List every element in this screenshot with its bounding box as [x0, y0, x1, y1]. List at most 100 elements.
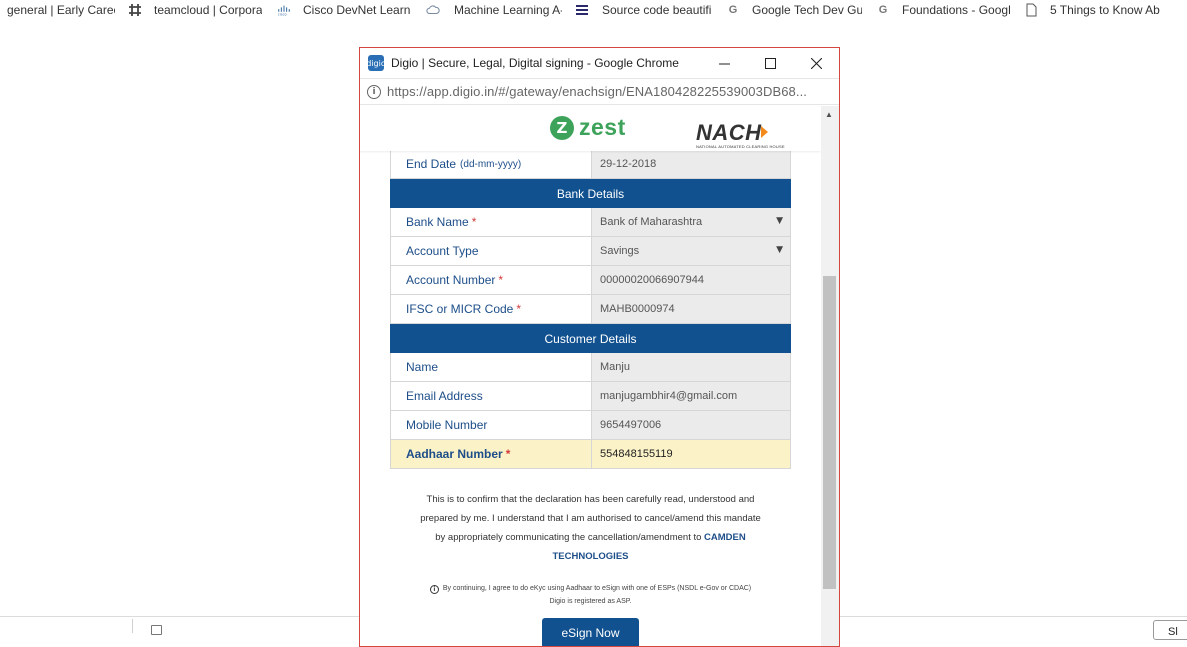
consent-line-text: By continuing, I agree to do eKyc using … [442, 585, 752, 592]
zest-mark-icon: Z [550, 115, 574, 140]
bookmark-teamcloud[interactable]: teamcloud | Corpora [128, 0, 277, 19]
bookmark-source-code[interactable]: Source code beautifi [575, 0, 726, 19]
bookmark-general[interactable]: general | Early Caree [0, 0, 128, 19]
name-label-text: Name [406, 360, 439, 374]
digio-app-icon: digio [366, 55, 386, 71]
declaration-line: by appropriately communicating the cance… [400, 528, 781, 547]
bookmark-label: Cisco DevNet Learnii [303, 2, 411, 17]
bank-name-label-text: Bank Name [406, 215, 469, 229]
consent-text: i By continuing, I agree to do eKyc using… [400, 582, 781, 608]
end-date-label: End Date (dd-mm-yyyy) [391, 150, 592, 178]
bookmark-label: Machine Learning A- [454, 2, 562, 17]
consent-line: Digio is registered as ASP. [549, 598, 632, 605]
ifsc-row: IFSC or MICR Code * MAHB0000974 [390, 295, 791, 324]
mobile-label: Mobile Number [391, 411, 592, 439]
cloud-icon [426, 3, 440, 17]
bookmark-machine-learning[interactable]: Machine Learning A- [426, 0, 575, 19]
zest-wordmark: zest [579, 114, 626, 140]
email-label: Email Address [391, 382, 592, 410]
minimize-button[interactable] [701, 48, 747, 78]
bank-name-row: Bank Name * Bank of Maharashtra ▼ [390, 208, 791, 237]
nach-wordmark: NACH [696, 120, 762, 145]
download-shelf-border [840, 616, 1187, 617]
declaration-line: This is to confirm that the declaration … [426, 494, 755, 505]
required-asterisk: * [498, 273, 504, 287]
name-label: Name [391, 353, 592, 381]
end-date-label-text: End Date [406, 157, 457, 171]
bank-name-select[interactable]: Bank of Maharashtra ▼ [592, 208, 790, 236]
scrollbar-thumb[interactable] [823, 276, 836, 589]
required-asterisk: * [505, 447, 511, 461]
name-row: Name Manju [390, 353, 791, 382]
show-all-button[interactable]: Sl [1153, 620, 1187, 640]
declaration-line-text: by appropriately communicating the cance… [435, 532, 702, 543]
account-number-label: Account Number * [391, 266, 592, 294]
page-content: Z zest NACH NATIONAL AUTOMATED CLEARING … [360, 106, 821, 646]
ifsc-label-text: IFSC or MICR Code [406, 302, 514, 316]
aadhaar-field[interactable]: 554848155119 [592, 440, 790, 468]
date-format-hint: (dd-mm-yyyy) [460, 158, 522, 170]
google-icon: G [728, 3, 738, 16]
title-bar[interactable]: digio Digio | Secure, Legal, Digital sig… [360, 48, 839, 78]
url-text[interactable]: https://app.digio.in/#/gateway/enachsign… [387, 84, 807, 99]
mobile-row: Mobile Number 9654497006 [390, 411, 791, 440]
declaration-text: This is to confirm that the declaration … [400, 490, 781, 566]
bookmark-5-things[interactable]: 5 Things to Know Ab [1024, 0, 1184, 19]
email-row: Email Address manjugambhir4@gmail.com [390, 382, 791, 411]
consent-line: i By continuing, I agree to do eKyc using… [400, 582, 781, 595]
info-icon: i [429, 585, 439, 594]
bookmarks-bar: general | Early Caree teamcloud | Corpor… [0, 0, 1187, 19]
file-icon[interactable] [151, 625, 162, 635]
maximize-button[interactable] [747, 48, 793, 78]
account-type-label-text: Account Type [406, 244, 479, 258]
required-asterisk: * [471, 215, 477, 229]
mobile-field[interactable]: 9654497006 [592, 411, 790, 439]
aadhaar-row: Aadhaar Number * 554848155119 [390, 440, 791, 469]
bookmark-foundations[interactable]: G Foundations - Googl [876, 0, 1024, 19]
email-field[interactable]: manjugambhir4@gmail.com [592, 382, 790, 410]
account-type-select[interactable]: Savings ▼ [592, 237, 790, 265]
company-name-part: CAMDEN [704, 532, 746, 543]
svg-text:cisco: cisco [278, 12, 287, 16]
aadhaar-label-text: Aadhaar Number [406, 447, 503, 461]
name-field[interactable]: Manju [592, 353, 790, 381]
bank-details-header: Bank Details [390, 179, 791, 208]
close-button[interactable] [793, 48, 839, 78]
account-number-row: Account Number * 00000020066907944 [390, 266, 791, 295]
bank-name-label: Bank Name * [391, 208, 592, 236]
nach-logo: NACH NATIONAL AUTOMATED CLEARING HOUSE [696, 120, 785, 149]
bookmark-label: 5 Things to Know Ab [1050, 2, 1160, 17]
scrollbar[interactable]: ▲ [821, 106, 839, 646]
bookmark-label: Google Tech Dev Gu [752, 2, 862, 17]
download-shelf-border [0, 616, 359, 617]
nach-arrow-icon [760, 126, 768, 138]
zest-logo: Z zest [550, 114, 626, 141]
bookmark-cisco[interactable]: cisco Cisco DevNet Learnii [277, 0, 426, 19]
menu-icon [575, 3, 589, 17]
ifsc-label: IFSC or MICR Code * [391, 295, 592, 323]
document-icon [1024, 3, 1038, 17]
end-date-field[interactable]: 29-12-2018 [592, 150, 790, 178]
slack-icon [128, 3, 142, 17]
dropdown-caret-icon: ▼ [776, 216, 783, 226]
logo-bar: Z zest NACH NATIONAL AUTOMATED CLEARING … [360, 106, 821, 151]
mobile-label-text: Mobile Number [406, 418, 488, 432]
end-date-row: End Date (dd-mm-yyyy) 29-12-2018 [390, 150, 791, 179]
account-type-value: Savings [600, 245, 640, 257]
company-name-part: TECHNOLOGIES [552, 551, 629, 562]
bookmark-google-tech[interactable]: G Google Tech Dev Gu [726, 0, 876, 19]
cisco-icon: cisco [277, 3, 291, 17]
customer-details-header: Customer Details [390, 324, 791, 353]
info-icon[interactable]: i [367, 84, 381, 99]
mandate-form: End Date (dd-mm-yyyy) 29-12-2018 Bank De… [390, 150, 791, 469]
popup-window: digio Digio | Secure, Legal, Digital sig… [359, 47, 840, 647]
address-bar[interactable]: i https://app.digio.in/#/gateway/enachsi… [360, 78, 839, 105]
scroll-up-arrow-icon[interactable]: ▲ [825, 110, 833, 119]
account-number-field[interactable]: 00000020066907944 [592, 266, 790, 294]
bank-name-value: Bank of Maharashtra [600, 216, 703, 228]
declaration-line: prepared by me. I understand that I am a… [420, 513, 761, 524]
nach-subtitle: NATIONAL AUTOMATED CLEARING HOUSE [696, 144, 785, 149]
ifsc-field[interactable]: MAHB0000974 [592, 295, 790, 323]
bookmark-label: general | Early Caree [7, 2, 115, 17]
dropdown-caret-icon: ▼ [776, 245, 783, 255]
